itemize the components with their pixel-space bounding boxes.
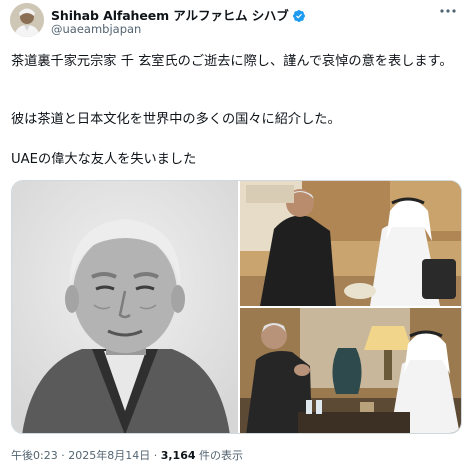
tweet-meta: 午後0:23 · 2025年8月14日 · 3,164 件の表示 [11, 447, 243, 463]
meeting-photo[interactable] [240, 308, 461, 433]
tweet-paragraph: 茶道裏千家元宗家 千 玄室氏のご逝去に際し、謹んで哀悼の意を表します。 [11, 54, 453, 69]
more-options-icon[interactable] [438, 4, 458, 18]
views-count[interactable]: 3,164 [161, 449, 196, 462]
author-handle[interactable]: @uaeambjapan [51, 22, 141, 36]
views-label: 件の表示 [195, 449, 243, 462]
meta-separator: · [57, 449, 69, 462]
tweet-card: Shihab Alfaheem アルファヒム シハブ @uaeambjapan … [0, 0, 472, 472]
portrait-photo[interactable] [12, 181, 238, 433]
media-grid [11, 180, 462, 434]
tweet-date[interactable]: 2025年8月14日 [68, 449, 150, 462]
tea-ceremony-photo[interactable] [240, 181, 461, 306]
verified-badge-icon [292, 8, 306, 22]
avatar-image [10, 3, 44, 37]
tweet-paragraph: 彼は茶道と日本文化を世界中の多くの国々に紹介した。 [11, 112, 341, 127]
avatar[interactable] [10, 3, 44, 37]
tweet-time[interactable]: 午後0:23 [11, 449, 58, 462]
tweet-paragraph: UAEの偉大な友人を失いました [11, 152, 197, 167]
meta-separator: · [150, 449, 161, 462]
